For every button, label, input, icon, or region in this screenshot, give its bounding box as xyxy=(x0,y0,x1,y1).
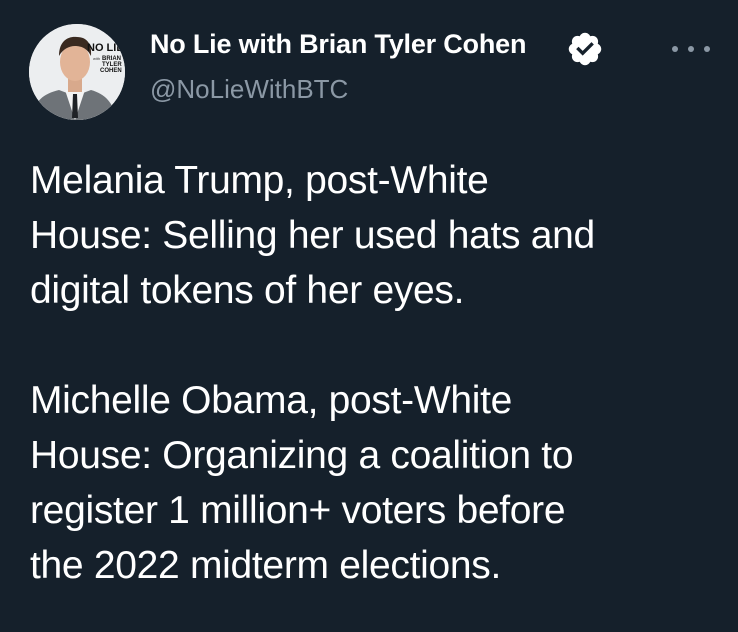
tweet-line: House: Selling her used hats and xyxy=(30,214,595,257)
tweet-paragraph: Melania Trump, post-White House: Selling… xyxy=(30,153,720,318)
avatar-portrait-image: NO LIE with BRIAN TYLER COHEN xyxy=(29,24,125,120)
svg-text:NO LIE: NO LIE xyxy=(87,42,124,54)
tweet-line: Melania Trump, post-White xyxy=(30,159,489,202)
tweet-line: register 1 million+ voters before xyxy=(30,489,566,532)
author-display-name[interactable]: No Lie with Brian Tyler Cohen xyxy=(150,29,526,60)
more-options-icon[interactable] xyxy=(668,38,714,60)
verified-badge-icon xyxy=(568,32,602,66)
svg-text:with: with xyxy=(93,56,100,61)
svg-text:COHEN: COHEN xyxy=(100,68,122,74)
tweet-card: NO LIE with BRIAN TYLER COHEN No Lie wit… xyxy=(0,0,738,632)
tweet-text: Melania Trump, post-White House: Selling… xyxy=(30,153,720,593)
author-avatar[interactable]: NO LIE with BRIAN TYLER COHEN xyxy=(29,24,125,120)
author-handle[interactable]: @NoLieWithBTC xyxy=(150,74,348,105)
tweet-line: digital tokens of her eyes. xyxy=(30,269,465,312)
tweet-line: House: Organizing a coalition to xyxy=(30,434,574,477)
tweet-paragraph: Michelle Obama, post-White House: Organi… xyxy=(30,373,720,593)
tweet-line: Michelle Obama, post-White xyxy=(30,379,513,422)
tweet-line: the 2022 midterm elections. xyxy=(30,544,501,587)
